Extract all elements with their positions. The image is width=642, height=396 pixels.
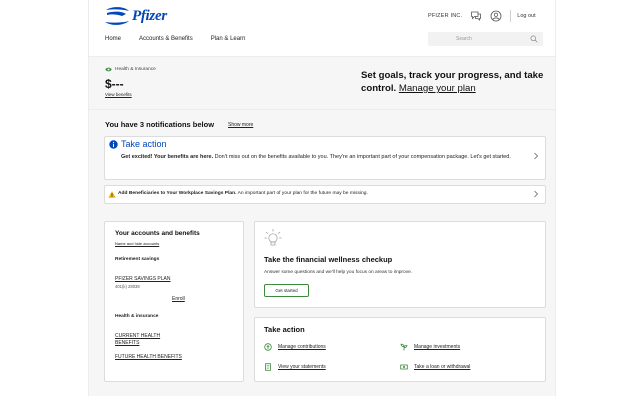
pfizer-logo[interactable]: Pfizer	[104, 6, 167, 26]
manage-contributions-link[interactable]: Manage contributions	[278, 344, 326, 350]
info-icon	[109, 140, 118, 149]
withdrawal-icon	[400, 364, 408, 370]
plan-id: 401(k) 28038	[115, 284, 140, 289]
manage-investments-action[interactable]: Manage investments	[400, 343, 460, 351]
warning-icon	[108, 191, 116, 198]
notifications-title: You have 3 notifications below	[105, 120, 215, 129]
health-insurance-label: Health & Insurance	[115, 67, 156, 72]
balance-value: $---	[105, 77, 124, 91]
header-divider	[510, 10, 512, 22]
retirement-heading: Retirement savings	[115, 257, 160, 262]
manage-contributions-action[interactable]: Manage contributions	[264, 343, 326, 351]
chevron-right-icon[interactable]	[533, 190, 539, 198]
profile-icon[interactable]	[490, 10, 502, 22]
view-statements-action[interactable]: View your statements	[264, 363, 326, 371]
main-nav: Home Accounts & Benefits Plan & Learn	[105, 36, 263, 42]
chevron-right-icon[interactable]	[533, 152, 539, 160]
logout-link[interactable]: Log out	[517, 13, 535, 19]
lightbulb-icon	[264, 229, 282, 246]
company-name: PFIZER INC.	[428, 13, 463, 19]
search-placeholder: Search	[456, 36, 472, 42]
nav-home[interactable]: Home	[105, 36, 121, 42]
take-action-message: Get excited! Your benefits are here. Don…	[121, 152, 526, 162]
contributions-icon	[264, 343, 272, 351]
beneficiaries-bold: Add Beneficiaries to Your Workplace Savi…	[118, 191, 237, 196]
loan-withdrawal-link[interactable]: Take a loan or withdrawal	[414, 364, 470, 370]
show-more-link[interactable]: Show more	[228, 122, 253, 128]
accounts-title: Your accounts and benefits	[115, 230, 200, 237]
search-input[interactable]	[428, 32, 543, 46]
manage-plan-link[interactable]: Manage your plan	[399, 83, 476, 94]
view-benefits-link[interactable]: View benefits	[105, 92, 132, 97]
take-action-text: Don't miss out on the benefits available…	[213, 154, 511, 160]
take-action-bold: Get excited! Your benefits are here.	[121, 154, 214, 160]
future-health-benefits-link[interactable]: FUTURE HEALTH BENEFITS	[115, 354, 185, 361]
view-statements-link[interactable]: View your statements	[278, 364, 326, 370]
take-action-heading: Take action	[121, 139, 167, 149]
enroll-link[interactable]: Enroll	[172, 296, 185, 302]
header-utilities: PFIZER INC. Log out	[428, 10, 536, 22]
name-hide-accounts-link[interactable]: Name and hide accounts	[115, 241, 159, 246]
get-started-button[interactable]: Get started	[264, 284, 309, 297]
loan-withdrawal-action[interactable]: Take a loan or withdrawal	[400, 363, 470, 371]
promo-text: Set goals, track your progress, and take…	[361, 69, 561, 95]
health-insurance-heading: Health & insurance	[115, 314, 159, 319]
eye-icon[interactable]	[105, 67, 112, 72]
wellness-title: Take the financial wellness checkup	[264, 255, 393, 264]
health-insurance-badge: Health & Insurance	[105, 67, 156, 72]
brand-name: Pfizer	[132, 7, 167, 24]
wellness-description: Answer some questions and we'll help you…	[264, 270, 413, 275]
pfizer-logo-icon	[105, 7, 129, 25]
manage-investments-link[interactable]: Manage investments	[414, 344, 460, 350]
current-health-benefits-link[interactable]: CURRENT HEALTH BENEFITS	[115, 333, 185, 347]
search-icon[interactable]	[530, 35, 538, 43]
nav-accounts-benefits[interactable]: Accounts & Benefits	[139, 36, 193, 42]
statement-icon	[265, 363, 271, 371]
beneficiaries-message: Add Beneficiaries to Your Workplace Savi…	[118, 191, 368, 196]
beneficiaries-text: An important part of your plan for the f…	[236, 191, 368, 196]
investments-icon	[400, 343, 408, 351]
nav-plan-learn[interactable]: Plan & Learn	[211, 36, 246, 42]
savings-plan-link[interactable]: PFIZER SAVINGS PLAN	[115, 276, 170, 282]
quick-actions-title: Take action	[264, 325, 305, 334]
chat-icon[interactable]	[470, 10, 482, 22]
